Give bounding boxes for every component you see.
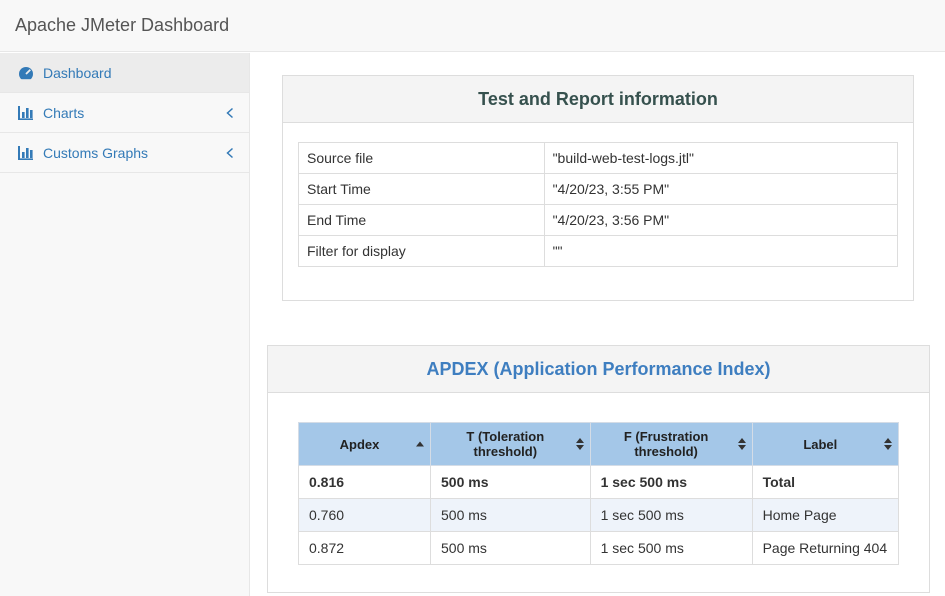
- sidebar-item-customs-graphs[interactable]: Customs Graphs: [0, 133, 249, 173]
- column-header-label-col[interactable]: Label: [752, 423, 898, 466]
- frustration-value: 1 sec 500 ms: [590, 499, 752, 532]
- sidebar: Dashboard Charts: [0, 53, 250, 596]
- table-row: Source file "build-web-test-logs.jtl": [299, 143, 898, 174]
- label-value: Page Returning 404: [752, 532, 898, 565]
- sidebar-item-label: Customs Graphs: [43, 145, 148, 161]
- sidebar-item-dashboard[interactable]: Dashboard: [0, 53, 249, 93]
- column-header-apdex[interactable]: Apdex: [299, 423, 431, 466]
- sort-ascending-icon: [416, 442, 424, 447]
- test-info-table: Source file "build-web-test-logs.jtl" St…: [298, 142, 898, 267]
- toleration-value: 500 ms: [431, 499, 591, 532]
- column-header-label: T (Toleration threshold): [466, 429, 544, 459]
- test-info-panel: Test and Report information Source file …: [282, 75, 914, 301]
- info-value: "build-web-test-logs.jtl": [544, 143, 897, 174]
- main-content: Test and Report information Source file …: [251, 53, 945, 596]
- apdex-panel: APDEX (Application Performance Index) Ap…: [267, 345, 930, 593]
- table-row: Start Time "4/20/23, 3:55 PM": [299, 174, 898, 205]
- label-value: Home Page: [752, 499, 898, 532]
- sidebar-item-label: Dashboard: [43, 65, 112, 81]
- tachometer-icon: [18, 65, 34, 81]
- table-row: Filter for display "": [299, 236, 898, 267]
- info-label: End Time: [299, 205, 545, 236]
- info-value: "4/20/23, 3:56 PM": [544, 205, 897, 236]
- column-header-label: Apdex: [340, 437, 380, 452]
- info-label: Source file: [299, 143, 545, 174]
- apdex-value: 0.816: [299, 466, 431, 499]
- info-value: "": [544, 236, 897, 267]
- column-header-label: Label: [803, 437, 837, 452]
- test-info-panel-title: Test and Report information: [283, 76, 913, 123]
- toleration-value: 500 ms: [431, 466, 591, 499]
- bar-chart-icon: [18, 146, 34, 160]
- frustration-value: 1 sec 500 ms: [590, 466, 752, 499]
- label-value: Total: [752, 466, 898, 499]
- frustration-value: 1 sec 500 ms: [590, 532, 752, 565]
- apdex-value: 0.760: [299, 499, 431, 532]
- apdex-table: Apdex T (Toleration threshold) F (Frustr…: [298, 422, 899, 565]
- info-label: Filter for display: [299, 236, 545, 267]
- table-row: 0.760 500 ms 1 sec 500 ms Home Page: [299, 499, 899, 532]
- apdex-value: 0.872: [299, 532, 431, 565]
- bar-chart-icon: [18, 106, 34, 120]
- info-label: Start Time: [299, 174, 545, 205]
- column-header-label: F (Frustration threshold): [624, 429, 709, 459]
- table-header-row: Apdex T (Toleration threshold) F (Frustr…: [299, 423, 899, 466]
- toleration-value: 500 ms: [431, 532, 591, 565]
- sort-both-icon: [884, 438, 892, 450]
- chevron-left-icon: [225, 107, 235, 119]
- column-header-toleration[interactable]: T (Toleration threshold): [431, 423, 591, 466]
- info-value: "4/20/23, 3:55 PM": [544, 174, 897, 205]
- sidebar-item-label: Charts: [43, 105, 84, 121]
- sort-both-icon: [576, 438, 584, 450]
- sidebar-item-charts[interactable]: Charts: [0, 93, 249, 133]
- apdex-panel-title: APDEX (Application Performance Index): [268, 346, 929, 393]
- table-row: 0.872 500 ms 1 sec 500 ms Page Returning…: [299, 532, 899, 565]
- table-row: 0.816 500 ms 1 sec 500 ms Total: [299, 466, 899, 499]
- app-title: Apache JMeter Dashboard: [15, 15, 229, 36]
- sort-both-icon: [738, 438, 746, 450]
- navbar: Apache JMeter Dashboard: [0, 0, 945, 52]
- column-header-frustration[interactable]: F (Frustration threshold): [590, 423, 752, 466]
- table-row: End Time "4/20/23, 3:56 PM": [299, 205, 898, 236]
- chevron-left-icon: [225, 147, 235, 159]
